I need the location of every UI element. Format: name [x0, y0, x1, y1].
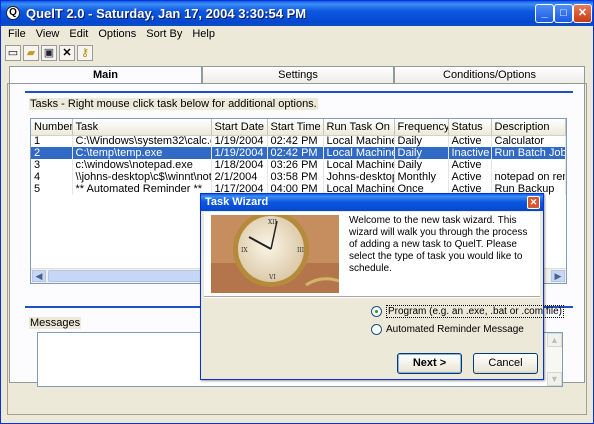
cell-start-time: 02:42 PM [267, 147, 324, 159]
cell-number: 2 [31, 147, 73, 159]
scroll-up-icon[interactable]: ▲ [547, 333, 562, 347]
menu-sort-by[interactable]: Sort By [141, 26, 187, 42]
table-row[interactable]: 4\\johns-desktop\c$\winnt\note...2/1/200… [31, 171, 566, 183]
cell-number: 3 [31, 159, 73, 171]
wizard-title: Task Wizard [205, 196, 269, 208]
cell-status: Inactive [448, 147, 492, 159]
option-program[interactable]: Program (e.g. an .exe, .bat or .com file… [371, 305, 564, 319]
cell-task: c:\windows\notepad.exe [72, 159, 212, 171]
svg-text:IX: IX [241, 247, 248, 254]
menu-edit[interactable]: Edit [64, 26, 93, 42]
cell-start-date: 1/18/2004 [211, 159, 268, 171]
task-table: Number Task Start Date Start Time Run Ta… [31, 119, 566, 195]
tasks-label: Tasks - Right mouse click task below for… [29, 98, 318, 110]
cell-description: notepad on rem... [491, 171, 566, 183]
menu-file[interactable]: File [3, 26, 31, 42]
column-header-task[interactable]: Task [72, 119, 212, 136]
scroll-thumb[interactable] [48, 270, 208, 282]
table-header: Number Task Start Date Start Time Run Ta… [31, 119, 566, 136]
cell-task: C:\temp\temp.exe [72, 147, 212, 159]
table-row[interactable]: 3 c:\windows\notepad.exe 1/18/2004 03:26 PM… [31, 159, 566, 171]
cell-run-task-on: Local Machine [323, 135, 395, 147]
table-row-selected[interactable]: 2 C:\temp\temp.exe 1/19/2004 02:42 PM Local … [31, 147, 566, 159]
wizard-header-panel: XII III VI IX Welcome to the new task wizar… [204, 212, 540, 296]
cell-number: 1 [31, 135, 73, 147]
divider-line [25, 91, 573, 93]
cell-start-time: 03:58 PM [267, 171, 324, 183]
cancel-button[interactable]: Cancel [473, 353, 538, 374]
menu-bar: File View Edit Options Sort By Help [3, 26, 591, 44]
cell-number: 4 [31, 171, 73, 183]
next-button[interactable]: Next > [397, 353, 462, 374]
cell-start-date: 2/1/2004 [211, 171, 268, 183]
cell-start-date: 1/19/2004 [211, 135, 268, 147]
scroll-right-icon[interactable]: ▶ [551, 270, 565, 282]
close-button[interactable]: ✕ [573, 4, 592, 23]
radio-selected-icon[interactable] [371, 306, 382, 317]
maximize-button[interactable]: □ [554, 4, 573, 23]
column-header-start-date[interactable]: Start Date [211, 119, 268, 136]
column-header-run-task-on[interactable]: Run Task On [323, 119, 395, 136]
option-program-label: Program (e.g. an .exe, .bat or .com file… [386, 305, 564, 319]
toolbar: ▭ ▰ ▣ ✕ ⚷ [5, 45, 95, 63]
cell-description: Run Batch Jobs [491, 147, 566, 159]
svg-text:VI: VI [268, 274, 276, 281]
column-header-number[interactable]: Number [31, 119, 73, 136]
cell-task: \\johns-desktop\c$\winnt\note... [72, 171, 212, 183]
wizard-welcome-text: Welcome to the new task wizard. This wiz… [349, 215, 528, 274]
title-bar[interactable]: Q QuelT 2.0 - Saturday, Jan 17, 2004 3:3… [1, 1, 593, 26]
tab-settings[interactable]: Settings [202, 66, 394, 84]
scroll-left-icon[interactable]: ◀ [32, 270, 46, 282]
cell-run-task-on: Johns-desktop [323, 171, 395, 183]
task-wizard-dialog: Task Wizard ✕ XII III VI IX Welcome to t… [200, 193, 564, 380]
help-key-icon[interactable]: ⚷ [77, 45, 93, 61]
column-header-status[interactable]: Status [448, 119, 492, 136]
column-header-description[interactable]: Description [491, 119, 566, 136]
table-row[interactable]: 1C:\Windows\system32\calc.exe1/19/200402… [31, 135, 566, 147]
cell-status: Active [448, 135, 492, 147]
menu-view[interactable]: View [31, 26, 65, 42]
cell-frequency: Daily [394, 147, 449, 159]
cell-number: 5 [31, 183, 73, 195]
cell-status: Active [448, 171, 492, 183]
cell-start-time: 02:42 PM [267, 135, 324, 147]
cell-task: ** Automated Reminder ** [72, 183, 212, 195]
app-icon[interactable]: Q [6, 6, 20, 20]
open-icon[interactable]: ▰ [23, 45, 39, 61]
option-reminder-label: Automated Reminder Message [386, 324, 524, 336]
svg-text:III: III [297, 247, 305, 254]
cell-start-time: 03:26 PM [267, 159, 324, 171]
cell-description: Calculator [491, 135, 566, 147]
svg-text:XII: XII [268, 219, 278, 226]
cell-run-task-on: Local Machine [323, 147, 395, 159]
option-automated-reminder[interactable]: Automated Reminder Message [371, 324, 524, 335]
cell-run-task-on: Local Machine [323, 159, 395, 171]
menu-options[interactable]: Options [93, 26, 141, 42]
new-icon[interactable]: ▭ [5, 45, 21, 61]
messages-label: Messages [29, 317, 82, 329]
minimize-button[interactable]: _ [535, 4, 554, 23]
wizard-separator [204, 296, 540, 298]
cell-status: Active [448, 159, 492, 171]
tab-conditions-options[interactable]: Conditions/Options [394, 66, 585, 84]
save-icon[interactable]: ▣ [41, 45, 57, 61]
menu-help[interactable]: Help [187, 26, 220, 42]
tab-strip: Main Settings Conditions/Options [9, 66, 585, 85]
column-header-frequency[interactable]: Frequency [394, 119, 449, 136]
wizard-close-icon[interactable]: ✕ [527, 196, 540, 209]
vertical-scrollbar[interactable]: ▲ ▼ [547, 333, 562, 386]
wizard-title-bar[interactable]: Task Wizard ✕ [201, 194, 543, 211]
cell-frequency: Daily [394, 159, 449, 171]
delete-icon[interactable]: ✕ [59, 45, 75, 61]
window-title: QuelT 2.0 - Saturday, Jan 17, 2004 3:30:… [26, 6, 307, 21]
cell-frequency: Monthly [394, 171, 449, 183]
cell-description [491, 159, 566, 171]
pocket-watch-image: XII III VI IX [211, 215, 339, 293]
radio-unselected-icon[interactable] [371, 324, 382, 335]
scroll-down-icon[interactable]: ▼ [547, 372, 562, 386]
cell-start-date: 1/19/2004 [211, 147, 268, 159]
cell-task: C:\Windows\system32\calc.exe [72, 135, 212, 147]
cell-frequency: Daily [394, 135, 449, 147]
column-header-start-time[interactable]: Start Time [267, 119, 324, 136]
